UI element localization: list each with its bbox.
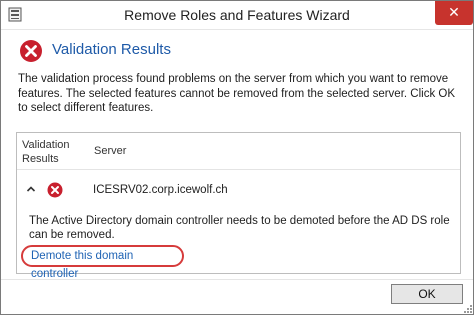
footer-divider bbox=[1, 279, 473, 280]
error-icon bbox=[47, 182, 63, 198]
validation-message: The validation process found problems on… bbox=[18, 73, 456, 114]
title-bar[interactable]: Remove Roles and Features Wizard ✕ bbox=[1, 1, 473, 30]
result-detail: The Active Directory domain controller n… bbox=[29, 215, 450, 241]
ok-button[interactable]: OK bbox=[391, 284, 463, 304]
results-panel: Validation Results Server ICESRV02.corp.… bbox=[16, 132, 461, 280]
header-divider bbox=[17, 169, 460, 170]
resize-grip-icon[interactable] bbox=[463, 304, 473, 314]
close-button[interactable]: ✕ bbox=[435, 1, 473, 25]
window-title: Remove Roles and Features Wizard bbox=[124, 7, 350, 23]
result-row[interactable]: ICESRV02.corp.icewolf.ch bbox=[17, 177, 460, 201]
server-name: ICESRV02.corp.icewolf.ch bbox=[93, 184, 228, 196]
column-header-validation-results[interactable]: Validation Results bbox=[22, 138, 92, 166]
demote-domain-controller-link[interactable]: Demote this domain controller bbox=[21, 245, 184, 280]
chevron-up-icon[interactable] bbox=[26, 185, 36, 193]
page-title: Validation Results bbox=[52, 41, 171, 58]
wizard-window: Remove Roles and Features Wizard ✕ Valid… bbox=[0, 0, 474, 315]
column-header-server[interactable]: Server bbox=[94, 145, 126, 157]
error-icon bbox=[20, 40, 42, 62]
